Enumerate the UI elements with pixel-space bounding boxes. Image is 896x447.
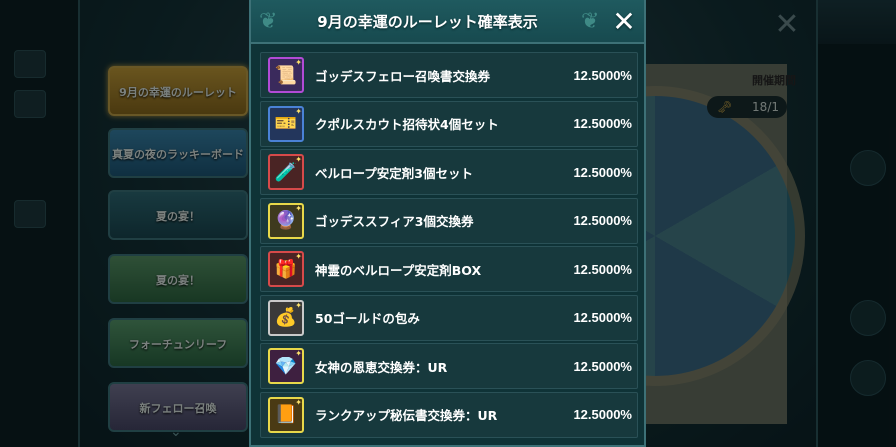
blessing-gem-icon-glyph: 💎 <box>274 355 298 377</box>
blessing-gem-icon: 💎 ✦ <box>268 348 304 384</box>
probability-modal: ❦ ❦ 9月の幸運のルーレット確率表示 ✕ 📜 ✦ ゴッデスフェロー召喚書交換券 12… <box>249 0 646 447</box>
sparkle-icon: ✦ <box>295 349 302 358</box>
close-button[interactable]: ✕ <box>609 7 639 37</box>
potion-set-icon: 🧪 ✦ <box>268 154 304 190</box>
list-item: 🔮 ✦ ゴッデススフィア3個交換券 12.5000% <box>260 197 638 244</box>
close-icon: ✕ <box>612 5 636 38</box>
item-name: ゴッデスフェロー召喚書交換券 <box>315 68 491 84</box>
rankup-book-icon-glyph: 📙 <box>274 404 298 425</box>
modal-title: 9月の幸運のルーレット確率表示 <box>317 13 538 31</box>
list-item: 🎁 ✦ 神霊のベルロープ安定剤BOX 12.5000% <box>260 246 638 292</box>
item-name: クポルスカウト招待状4個セット <box>315 117 499 132</box>
gold-bag-icon: 💰 ✦ <box>268 299 304 336</box>
scroll-ticket-icon-glyph: 📜 <box>274 64 298 86</box>
sparkle-icon: ✦ <box>295 397 302 407</box>
gold-bag-icon-glyph: 💰 <box>274 307 298 328</box>
item-rate: 12.5000% <box>573 116 632 131</box>
item-name: 50ゴールドの包み <box>315 311 420 326</box>
sphere-ticket-icon: 🔮 ✦ <box>268 202 304 239</box>
item-rate: 12.5000% <box>573 358 632 374</box>
item-rate: 12.5000% <box>573 67 632 83</box>
sparkle-icon: ✦ <box>295 300 302 310</box>
sphere-ticket-icon-glyph: 🔮 <box>274 210 298 231</box>
item-rate: 12.5000% <box>573 213 632 228</box>
list-item: 📙 ✦ ランクアップ秘伝書交換券：UR 12.5000% <box>260 391 638 438</box>
item-rate: 12.5000% <box>573 261 632 277</box>
item-rate: 12.5000% <box>573 407 632 422</box>
invitation-ticket-icon-glyph: 🎫 <box>274 113 298 134</box>
list-item: 💎 ✦ 女神の恩恵交換券：UR 12.5000% <box>260 343 638 389</box>
treasure-box-icon: 🎁 ✦ <box>268 251 304 287</box>
potion-set-icon-glyph: 🧪 <box>274 161 298 183</box>
item-rate: 12.5000% <box>573 164 632 180</box>
sparkle-icon: ✦ <box>295 106 302 116</box>
list-item: 🧪 ✦ ベルロープ安定剤3個セット 12.5000% <box>260 149 638 195</box>
item-name: ゴッデススフィア3個交換券 <box>315 214 474 229</box>
sparkle-icon: ✦ <box>295 252 302 261</box>
list-item: 💰 ✦ 50ゴールドの包み 12.5000% <box>260 294 638 341</box>
list-item: 📜 ✦ ゴッデスフェロー召喚書交換券 12.5000% <box>260 52 638 98</box>
probability-list[interactable]: 📜 ✦ ゴッデスフェロー召喚書交換券 12.5000% 🎫 ✦ クポルスカウト招待状4個セッ… <box>260 52 638 447</box>
scroll-ticket-icon: 📜 ✦ <box>268 57 304 93</box>
invitation-ticket-icon: 🎫 ✦ <box>268 105 304 142</box>
item-name: ベルロープ安定剤3個セット <box>315 165 473 181</box>
item-rate: 12.5000% <box>573 310 632 325</box>
treasure-box-icon-glyph: 🎁 <box>274 258 298 280</box>
sparkle-icon: ✦ <box>295 203 302 213</box>
list-item: 🎫 ✦ クポルスカウト招待状4個セット 12.5000% <box>260 100 638 147</box>
sparkle-icon: ✦ <box>295 155 302 164</box>
sparkle-icon: ✦ <box>295 58 302 67</box>
item-name: ランクアップ秘伝書交換券：UR <box>315 408 498 423</box>
rankup-book-icon: 📙 ✦ <box>268 396 304 433</box>
modal-header: ❦ ❦ 9月の幸運のルーレット確率表示 ✕ <box>251 0 644 44</box>
item-name: 女神の恩恵交換券：UR <box>315 359 448 375</box>
item-name: 神霊のベルロープ安定剤BOX <box>315 262 482 278</box>
